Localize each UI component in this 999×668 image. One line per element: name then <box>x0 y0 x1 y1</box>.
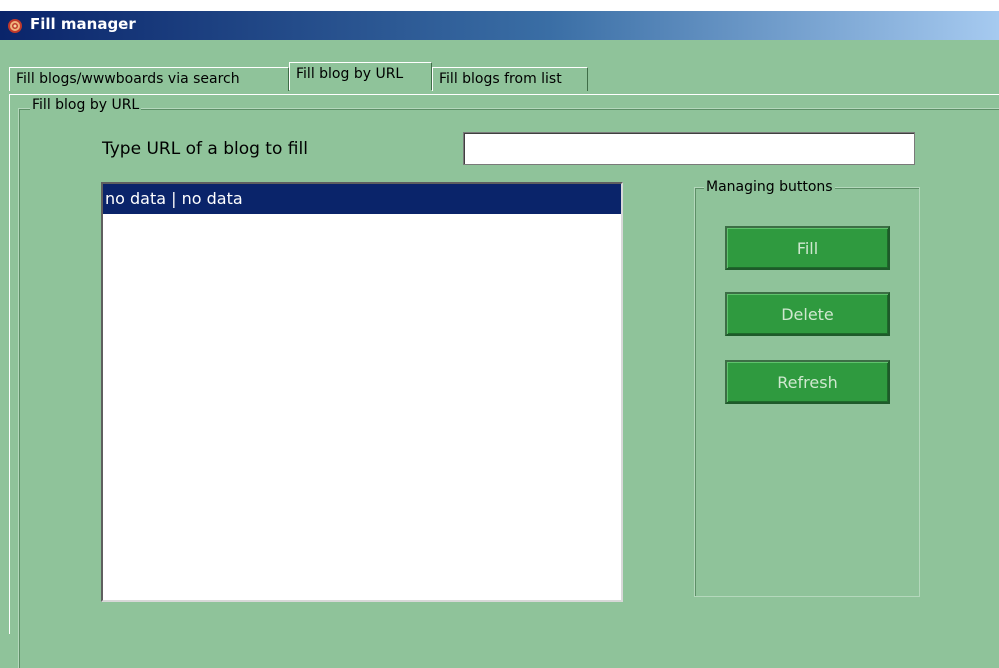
tab-fill-by-url[interactable]: Fill blog by URL <box>289 62 432 90</box>
app-logo-icon <box>7 18 23 34</box>
window-title: Fill manager <box>30 15 136 33</box>
window-client: Fill blogs/wwwboards via search Fill blo… <box>0 40 999 668</box>
tab-panel <box>9 94 999 634</box>
top-strip <box>0 0 999 11</box>
title-bar[interactable]: Fill manager <box>0 11 999 40</box>
tab-fill-via-search[interactable]: Fill blogs/wwwboards via search <box>9 67 289 91</box>
tab-fill-from-list[interactable]: Fill blogs from list <box>432 67 588 91</box>
